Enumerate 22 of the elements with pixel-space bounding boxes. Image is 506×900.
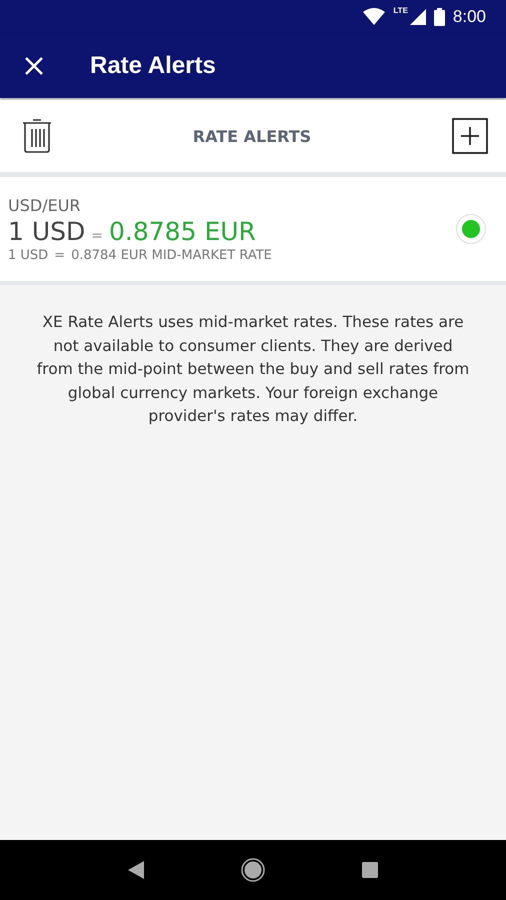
wifi-icon xyxy=(363,8,386,25)
back-icon[interactable] xyxy=(128,861,144,879)
disclaimer-text: XE Rate Alerts uses mid-market rates. These rates are not available to consumer clients. They are derived from the mid-point between the buy and sell rates from global currency markets. Your foreign exchange provider's rates may differ. xyxy=(36,312,470,427)
alert-card[interactable]: USD/EUR 1 USD = 0.8785 EUR 1 USD = 0.8784 EUR MID-MARKET RATE xyxy=(0,177,506,285)
equals-sign: = xyxy=(91,228,104,244)
mid-market-rate: 0.8784 EUR MID-MARKET RATE xyxy=(71,248,272,262)
trash-button[interactable] xyxy=(22,118,52,154)
battery-icon xyxy=(434,8,445,26)
screen-title: Rate Alerts xyxy=(90,52,216,80)
section-title: RATE ALERTS xyxy=(192,126,312,146)
signal-icon xyxy=(410,8,426,24)
base-amount: 1 USD xyxy=(8,216,86,246)
recents-icon[interactable] xyxy=(362,862,378,878)
target-rate: 0.8785 EUR xyxy=(109,216,256,246)
mid-equals-sign: = xyxy=(54,248,66,262)
status-toggle[interactable] xyxy=(456,214,486,244)
mid-base-amount: 1 USD xyxy=(8,248,48,262)
home-icon[interactable] xyxy=(240,858,265,882)
clock-time: 8:00 xyxy=(452,6,486,26)
network-label: LTE xyxy=(393,6,408,15)
currency-pair: USD/EUR xyxy=(8,196,82,214)
add-button[interactable] xyxy=(452,118,488,154)
